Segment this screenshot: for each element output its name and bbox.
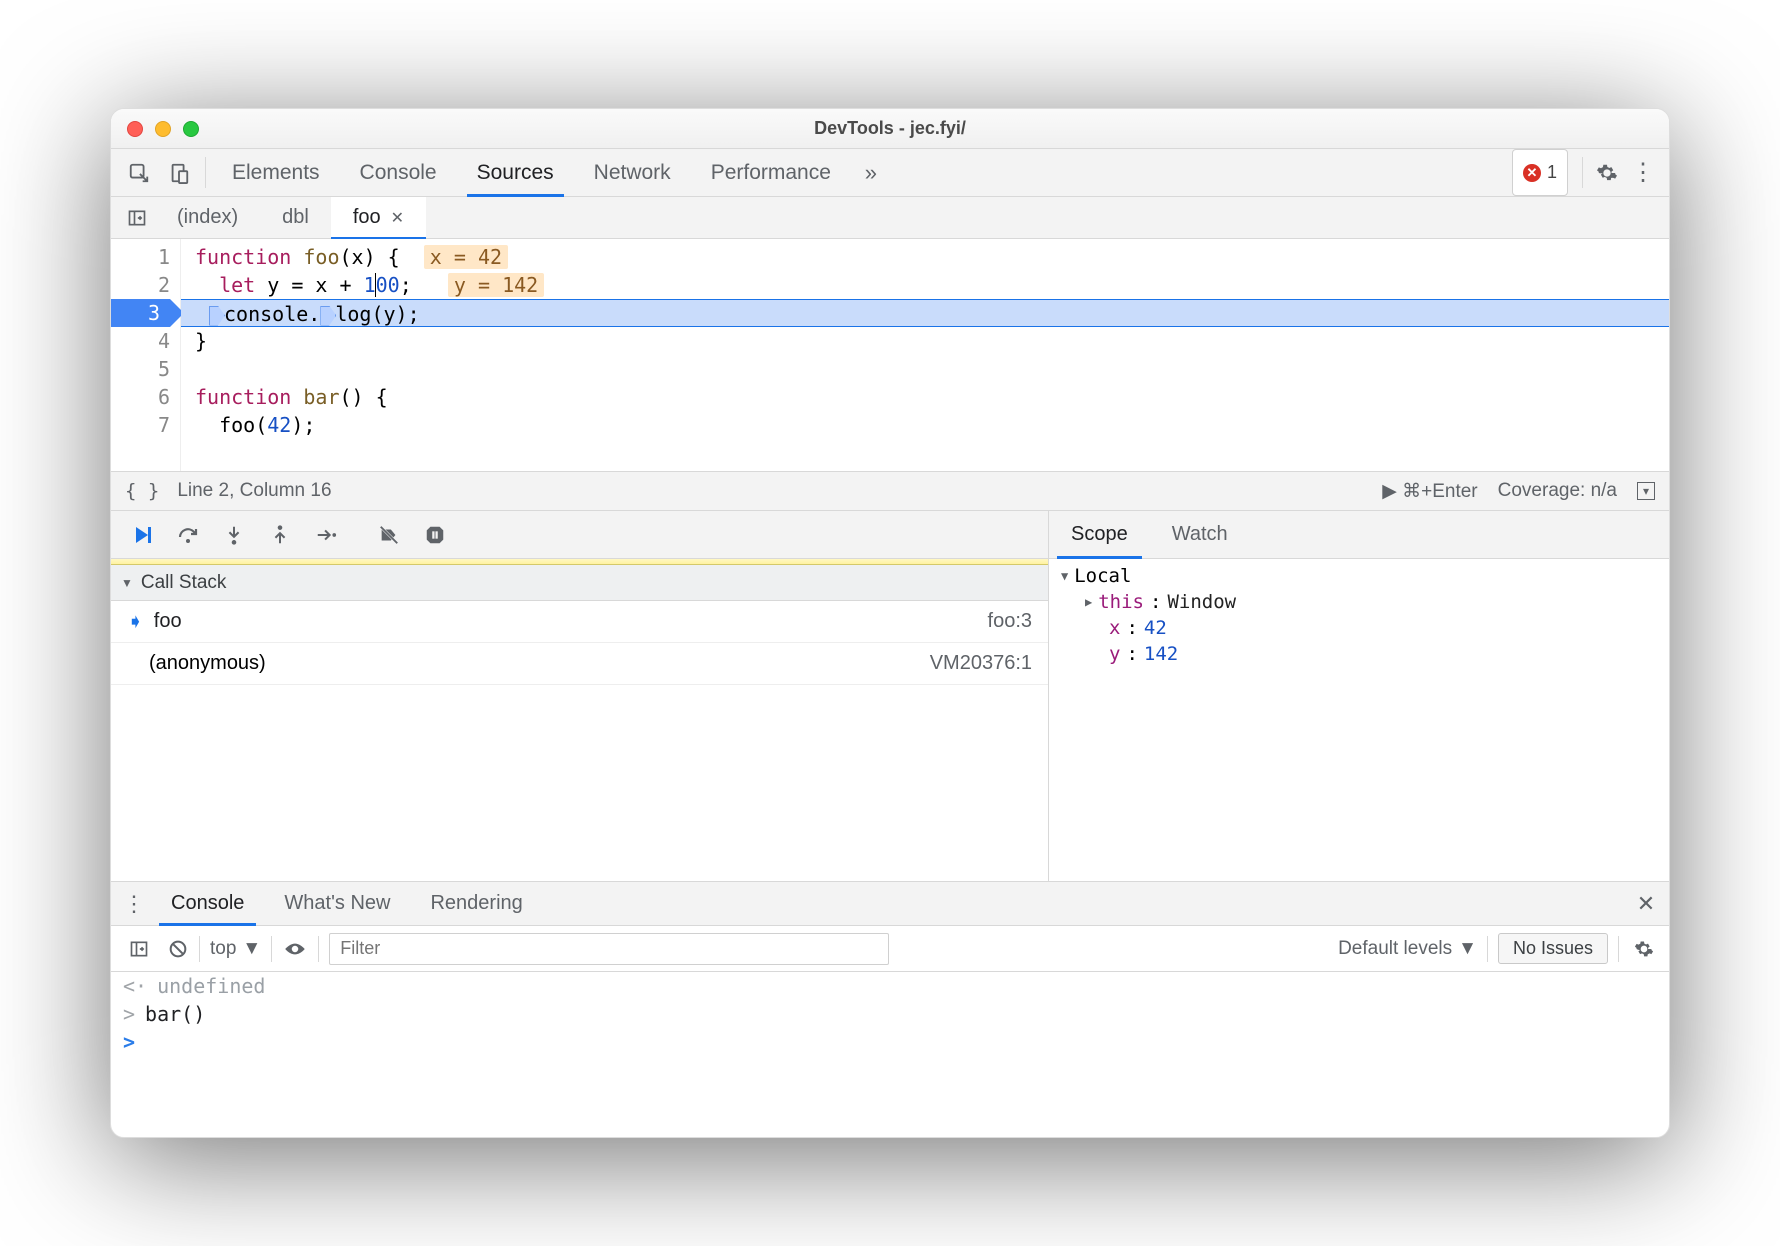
call-stack-frame[interactable]: (anonymous) VM20376:1: [111, 643, 1048, 685]
line-number[interactable]: 1: [111, 243, 170, 271]
minimize-window-button[interactable]: [155, 121, 171, 137]
tab-scope[interactable]: Scope: [1049, 511, 1150, 558]
deactivate-breakpoints-button[interactable]: [368, 517, 410, 553]
debugger-right-panel: Scope Watch ▼Local ▶this: Window x: 42 y…: [1049, 511, 1669, 881]
line-number[interactable]: 2: [111, 271, 170, 299]
scope-watch-tabs: Scope Watch: [1049, 511, 1669, 559]
device-toolbar-icon[interactable]: [159, 149, 199, 196]
error-icon: ✕: [1523, 164, 1541, 182]
drawer-menu-icon[interactable]: ⋮: [117, 882, 151, 925]
scope-section[interactable]: ▼Local: [1049, 563, 1669, 589]
prompt-icon: >: [123, 1030, 135, 1054]
kebab-menu-icon[interactable]: ⋮: [1625, 149, 1661, 196]
expand-panel-icon[interactable]: ▾: [1637, 482, 1655, 500]
line-number[interactable]: 7: [111, 411, 170, 439]
drawer-tab-console[interactable]: Console: [151, 882, 264, 925]
debugger-left-panel: ▼ Call Stack ➧ foo foo:3 (anonymous) VM2…: [111, 511, 1049, 881]
window-title: DevTools - jec.fyi/: [111, 118, 1669, 139]
coverage-status[interactable]: Coverage: n/a: [1498, 480, 1617, 502]
titlebar: DevTools - jec.fyi/: [111, 109, 1669, 149]
run-snippet-hint[interactable]: ▶ ⌘+Enter: [1382, 480, 1477, 503]
scope-entry[interactable]: y: 142: [1049, 641, 1669, 667]
console-filter-input[interactable]: [329, 933, 889, 965]
step-button[interactable]: [305, 517, 347, 553]
inspect-element-icon[interactable]: [119, 149, 159, 196]
file-tab-dbl[interactable]: dbl: [260, 197, 331, 238]
collapse-icon: ▼: [121, 576, 133, 590]
drawer-tab-rendering[interactable]: Rendering: [410, 882, 542, 925]
line-gutter[interactable]: 1 2 3 4 5 6 7: [111, 239, 181, 471]
debugger-toolbar: [111, 511, 1048, 559]
drawer-tab-strip: ⋮ Console What's New Rendering ✕: [111, 882, 1669, 926]
log-levels-selector[interactable]: Default levels▼: [1338, 938, 1477, 960]
console-output[interactable]: <·undefined >bar() >: [111, 972, 1669, 1137]
live-expression-icon[interactable]: [282, 939, 308, 959]
code-content[interactable]: function foo(x) { x = 42 let y = x + 100…: [181, 239, 1669, 471]
file-tab-index[interactable]: (index): [155, 197, 260, 238]
step-out-button[interactable]: [259, 517, 301, 553]
clear-console-icon[interactable]: [167, 938, 189, 960]
maximize-window-button[interactable]: [183, 121, 199, 137]
tab-watch[interactable]: Watch: [1150, 511, 1250, 558]
tab-elements[interactable]: Elements: [212, 149, 340, 196]
error-count: 1: [1547, 162, 1557, 183]
inline-value-hint: y = 142: [448, 273, 544, 297]
step-into-button[interactable]: [213, 517, 255, 553]
cursor-position: Line 2, Column 16: [177, 480, 331, 502]
console-toolbar: top▼ Default levels▼ No Issues: [111, 926, 1669, 972]
call-stack-header[interactable]: ▼ Call Stack: [111, 565, 1048, 601]
console-settings-icon[interactable]: [1629, 939, 1659, 959]
traffic-lights: [127, 121, 199, 137]
result-icon: <·: [123, 974, 147, 998]
scope-tree[interactable]: ▼Local ▶this: Window x: 42 y: 142: [1049, 559, 1669, 881]
call-stack-frame[interactable]: ➧ foo foo:3: [111, 601, 1048, 643]
tab-performance[interactable]: Performance: [691, 149, 851, 196]
close-drawer-icon[interactable]: ✕: [1629, 882, 1663, 925]
line-number[interactable]: 5: [111, 355, 170, 383]
main-tab-strip: Elements Console Sources Network Perform…: [111, 149, 1669, 197]
line-number[interactable]: 4: [111, 327, 170, 355]
tab-console[interactable]: Console: [340, 149, 457, 196]
step-over-button[interactable]: [167, 517, 209, 553]
console-sidebar-icon[interactable]: [121, 939, 157, 959]
file-tab-strip: (index) dbl foo ✕: [111, 197, 1669, 239]
issues-button[interactable]: No Issues: [1498, 933, 1608, 964]
file-tab-foo[interactable]: foo ✕: [331, 197, 426, 238]
scope-entry[interactable]: ▶this: Window: [1049, 589, 1669, 615]
tab-network[interactable]: Network: [574, 149, 691, 196]
input-icon: >: [123, 1002, 135, 1026]
current-frame-icon: ➧: [127, 609, 144, 634]
console-row: <·undefined: [111, 972, 1669, 1000]
show-navigator-icon[interactable]: [119, 208, 155, 228]
breakpoint-marker[interactable]: 3: [111, 299, 170, 327]
error-count-badge[interactable]: ✕ 1: [1512, 149, 1568, 196]
execution-line: console.log(y);: [181, 299, 1669, 327]
scope-entry[interactable]: x: 42: [1049, 615, 1669, 641]
settings-icon[interactable]: [1589, 149, 1625, 196]
step-target-icon: [320, 306, 336, 326]
drawer-tab-whatsnew[interactable]: What's New: [264, 882, 410, 925]
close-tab-icon[interactable]: ✕: [391, 208, 404, 228]
console-row: >bar(): [111, 1000, 1669, 1028]
more-tabs-icon[interactable]: »: [851, 149, 891, 196]
pause-on-exceptions-button[interactable]: [414, 517, 456, 553]
close-window-button[interactable]: [127, 121, 143, 137]
pretty-print-icon[interactable]: { }: [125, 480, 159, 502]
console-prompt[interactable]: >: [111, 1028, 1669, 1056]
inline-value-hint: x = 42: [424, 245, 508, 269]
execution-context-selector[interactable]: top▼: [210, 938, 261, 960]
step-target-icon: [209, 306, 225, 326]
editor-statusbar: { } Line 2, Column 16 ▶ ⌘+Enter Coverage…: [111, 471, 1669, 511]
resume-button[interactable]: [121, 517, 163, 553]
debugger-panel: ▼ Call Stack ➧ foo foo:3 (anonymous) VM2…: [111, 511, 1669, 881]
code-editor[interactable]: 1 2 3 4 5 6 7 function foo(x) { x = 42 l…: [111, 239, 1669, 471]
devtools-window: DevTools - jec.fyi/ Elements Console Sou…: [110, 108, 1670, 1138]
line-number[interactable]: 6: [111, 383, 170, 411]
drawer-panel: ⋮ Console What's New Rendering ✕ top▼: [111, 881, 1669, 1137]
tab-sources[interactable]: Sources: [457, 149, 574, 196]
